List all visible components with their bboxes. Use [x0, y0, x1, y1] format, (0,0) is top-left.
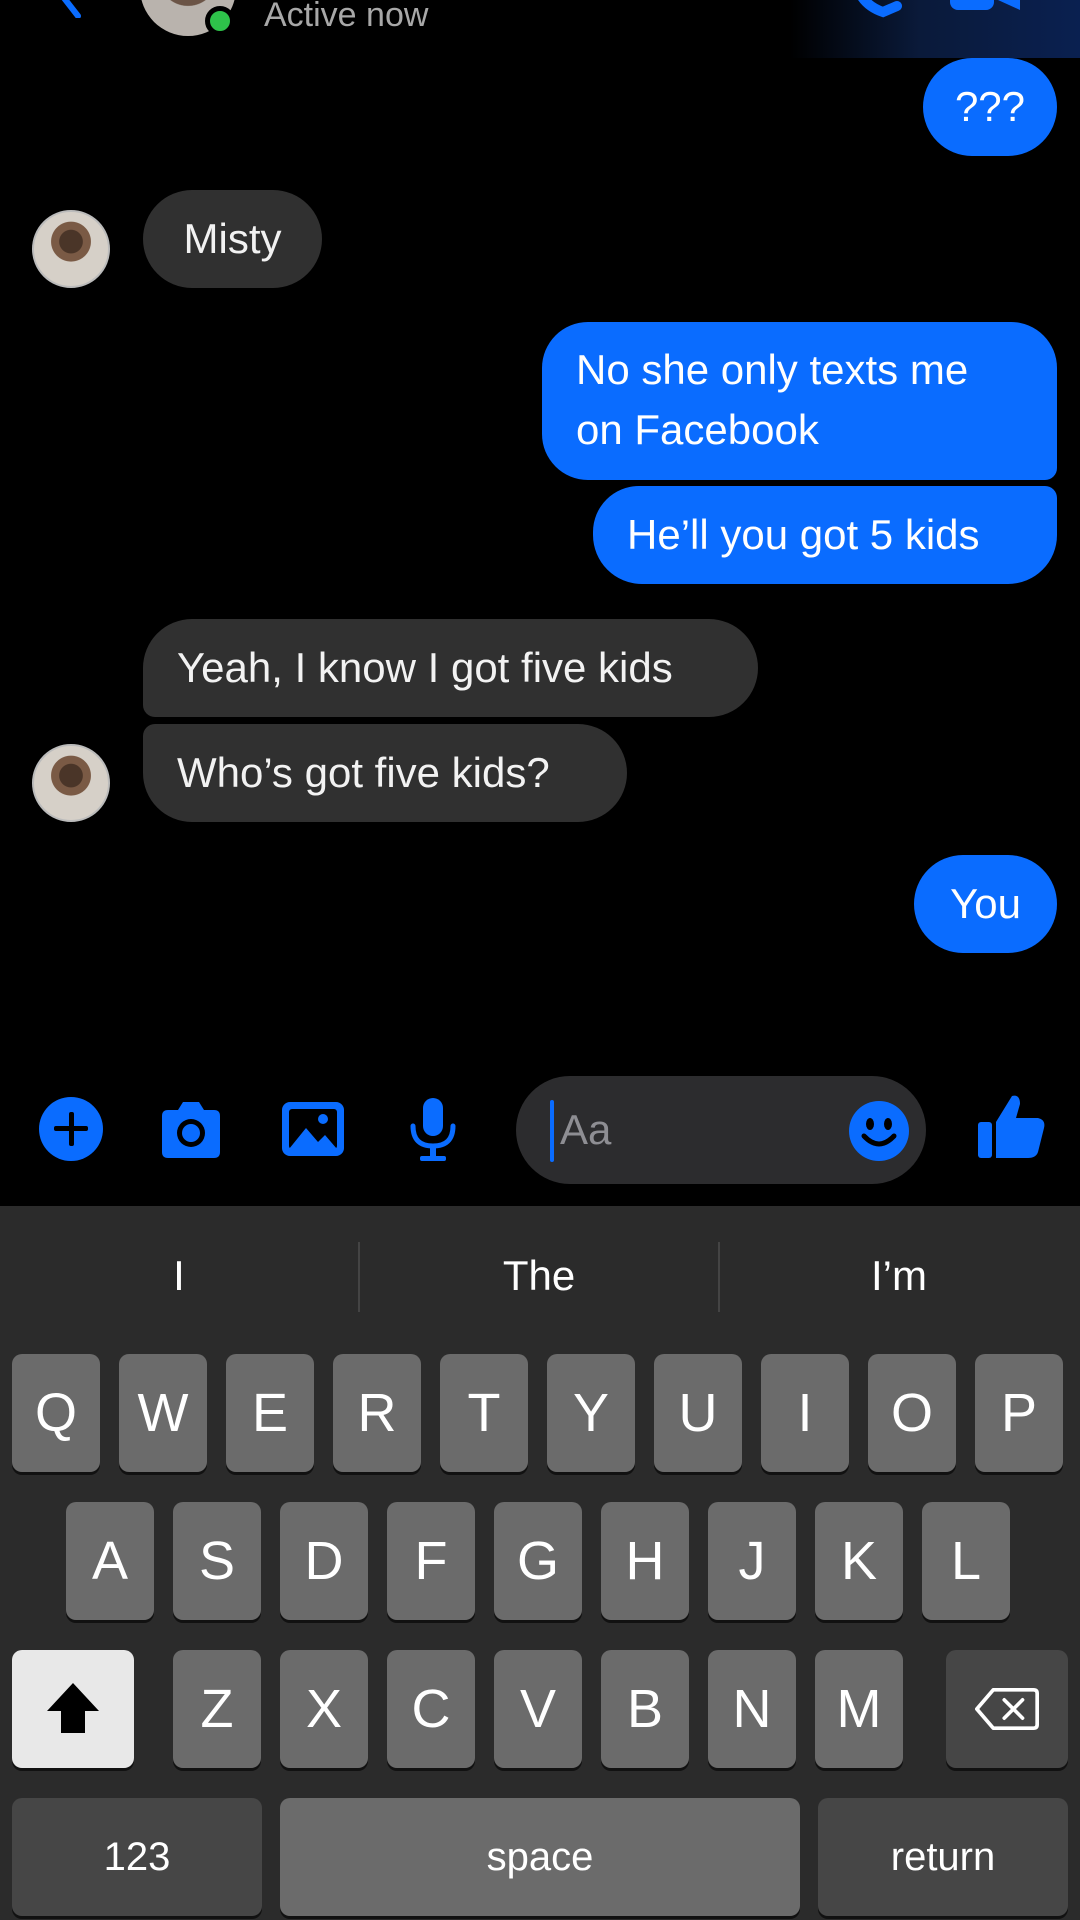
key-f[interactable]: F [387, 1502, 475, 1620]
back-arrow-icon[interactable] [52, 0, 92, 18]
key-n[interactable]: N [708, 1650, 796, 1768]
suggestion-1[interactable]: I [0, 1246, 358, 1306]
phone-call-icon[interactable] [845, 0, 905, 18]
key-b[interactable]: B [601, 1650, 689, 1768]
text-cursor [550, 1100, 554, 1162]
chat-screen: Active now ??? Misty No she only texts m… [0, 0, 1080, 1920]
key-c[interactable]: C [387, 1650, 475, 1768]
key-l[interactable]: L [922, 1502, 1010, 1620]
key-y[interactable]: Y [547, 1354, 635, 1472]
keyboard: I The I’m Q W E R T Y U I O P A S D F G … [0, 1206, 1080, 1920]
gallery-icon[interactable] [278, 1094, 348, 1164]
key-w[interactable]: W [119, 1354, 207, 1472]
key-o[interactable]: O [868, 1354, 956, 1472]
message-text: on Facebook [576, 406, 819, 453]
message-bubble-incoming[interactable]: Misty [143, 190, 322, 288]
microphone-icon[interactable] [398, 1094, 468, 1164]
message-bubble-outgoing[interactable]: No she only texts me on Facebook [542, 322, 1057, 480]
contact-avatar-small[interactable] [32, 744, 110, 822]
predictive-text-bar: I The I’m [0, 1206, 1080, 1346]
chat-header: Active now [0, 0, 1080, 60]
key-r[interactable]: R [333, 1354, 421, 1472]
active-status: Active now [264, 0, 429, 34]
message-text: He’ll you got 5 kids [627, 511, 980, 558]
numbers-key[interactable]: 123 [12, 1798, 262, 1916]
message-input[interactable]: Aa [516, 1076, 926, 1184]
key-k[interactable]: K [815, 1502, 903, 1620]
message-text: Who’s got five kids? [177, 749, 550, 796]
message-bubble-incoming[interactable]: Who’s got five kids? [143, 724, 627, 822]
message-text: No she only texts me [576, 346, 969, 393]
key-u[interactable]: U [654, 1354, 742, 1472]
thumbs-up-icon[interactable] [974, 1090, 1048, 1164]
message-bubble-outgoing[interactable]: ??? [923, 58, 1057, 156]
key-a[interactable]: A [66, 1502, 154, 1620]
message-text: ??? [954, 83, 1026, 130]
key-e[interactable]: E [226, 1354, 314, 1472]
return-key[interactable]: return [818, 1798, 1068, 1916]
backspace-key[interactable] [946, 1650, 1068, 1768]
key-p[interactable]: P [975, 1354, 1063, 1472]
message-input-placeholder: Aa [560, 1106, 612, 1153]
key-g[interactable]: G [494, 1502, 582, 1620]
emoji-icon[interactable] [848, 1100, 910, 1162]
key-m[interactable]: M [815, 1650, 903, 1768]
key-j[interactable]: J [708, 1502, 796, 1620]
key-z[interactable]: Z [173, 1650, 261, 1768]
message-bubble-incoming[interactable]: Yeah, I know I got five kids [143, 619, 758, 717]
message-bubble-outgoing[interactable]: He’ll you got 5 kids [593, 486, 1057, 584]
space-key[interactable]: space [280, 1798, 800, 1916]
plus-icon[interactable] [36, 1094, 106, 1164]
suggestion-2[interactable]: The [360, 1246, 718, 1306]
key-v[interactable]: V [494, 1650, 582, 1768]
message-text: You [950, 880, 1021, 927]
message-bubble-outgoing[interactable]: You [914, 855, 1057, 953]
message-text: Misty [183, 215, 282, 262]
key-x[interactable]: X [280, 1650, 368, 1768]
header-actions [790, 0, 1080, 58]
key-t[interactable]: T [440, 1354, 528, 1472]
suggestion-3[interactable]: I’m [720, 1246, 1078, 1306]
video-call-icon[interactable] [948, 0, 1028, 18]
contact-avatar-small[interactable] [32, 210, 110, 288]
shift-arrow-icon [47, 1683, 99, 1733]
key-d[interactable]: D [280, 1502, 368, 1620]
backspace-icon [975, 1687, 1039, 1731]
key-i[interactable]: I [761, 1354, 849, 1472]
message-text: Yeah, I know I got five kids [177, 644, 673, 691]
key-h[interactable]: H [601, 1502, 689, 1620]
key-s[interactable]: S [173, 1502, 261, 1620]
shift-key[interactable] [12, 1650, 134, 1768]
camera-icon[interactable] [156, 1094, 226, 1164]
key-q[interactable]: Q [12, 1354, 100, 1472]
online-status-dot [205, 6, 235, 36]
